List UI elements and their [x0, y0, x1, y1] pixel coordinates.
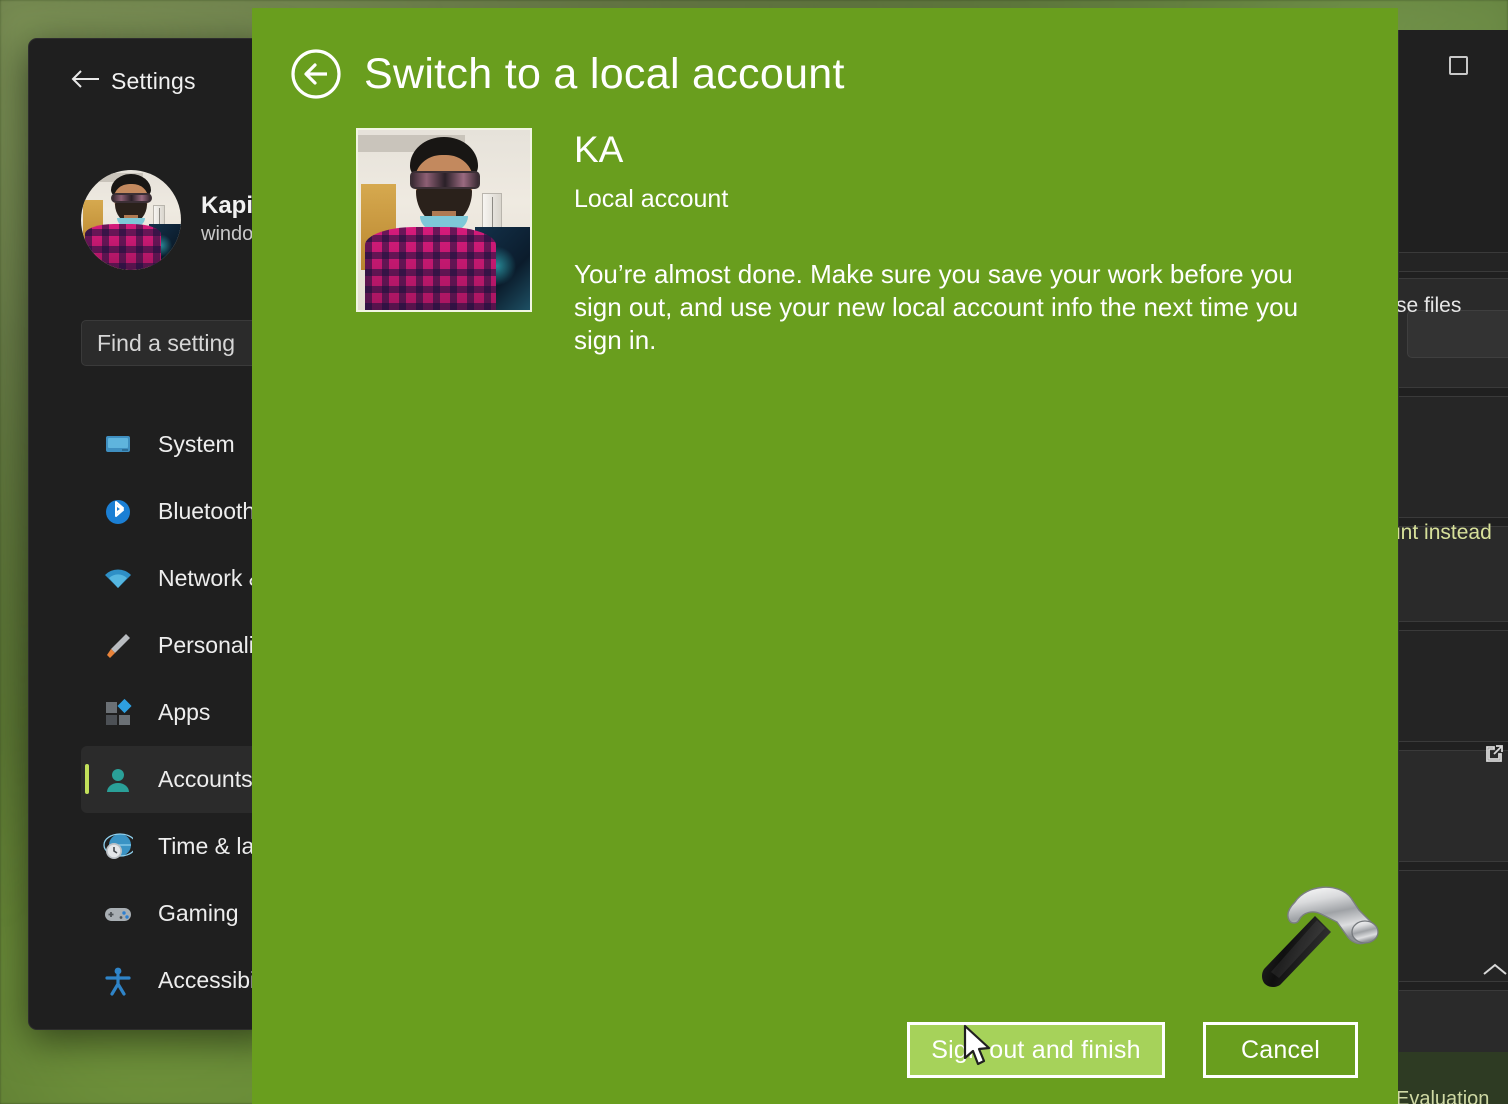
account-summary: KA Local account You’re almost done. Mak… [356, 128, 1314, 357]
sidebar-item-apps[interactable]: Apps [81, 679, 280, 746]
sidebar-item-bluetooth[interactable]: Bluetooth & [81, 478, 280, 545]
sidebar-item-label: System [158, 431, 235, 458]
account-photo [356, 128, 532, 312]
accessibility-icon [101, 964, 135, 998]
background-button-label: se files [1396, 294, 1461, 318]
sidebar-item-network[interactable]: Network & i [81, 545, 280, 612]
external-link-icon[interactable] [1482, 742, 1506, 766]
screen: se files unt instead Evaluation Settings [0, 0, 1508, 1104]
display-icon [101, 428, 135, 462]
background-content-block [1399, 630, 1508, 742]
chevron-up-icon[interactable] [1480, 960, 1508, 980]
dialog-header: Switch to a local account [290, 48, 845, 100]
wifi-icon [101, 562, 135, 596]
background-app-window [1398, 30, 1508, 1074]
page-title: Switch to a local account [364, 53, 845, 96]
maximize-icon[interactable] [1449, 56, 1468, 75]
background-content-block [1399, 750, 1508, 862]
switch-to-local-account-dialog: Switch to a local account KA Local [252, 8, 1398, 1104]
account-type: Local account [574, 185, 1314, 214]
sidebar-item-label: Gaming [158, 900, 239, 927]
bluetooth-icon [101, 495, 135, 529]
sidebar-item-system[interactable]: System [81, 411, 280, 478]
search-input-label: Find a setting [97, 330, 235, 357]
clock-globe-icon [101, 830, 135, 864]
background-content-block [1399, 252, 1508, 272]
sidebar-item-gaming[interactable]: Gaming [81, 880, 280, 947]
person-icon [101, 763, 135, 797]
sidebar-item-accounts[interactable]: Accounts [81, 746, 280, 813]
sidebar-item-privacy-security[interactable]: Privacy & se [81, 1014, 280, 1030]
sign-out-and-finish-button[interactable]: Sign out and finish [907, 1022, 1165, 1078]
back-circle-arrow-icon[interactable] [290, 48, 342, 100]
profile-row[interactable]: Kapil A windows [81, 170, 280, 270]
dialog-description: You’re almost done. Make sure you save y… [574, 258, 1314, 358]
settings-title: Settings [111, 68, 196, 95]
sidebar-item-time-language[interactable]: Time & lang [81, 813, 280, 880]
sidebar-item-label: Apps [158, 699, 210, 726]
background-link[interactable]: unt instead [1389, 521, 1492, 545]
sidebar-item-label: Accounts [158, 766, 253, 793]
hammer-icon [1255, 880, 1380, 995]
dialog-actions: Sign out and finish Cancel [252, 1020, 1398, 1080]
sidebar-item-personalization[interactable]: Personalizat [81, 612, 280, 679]
sidebar-item-accessibility[interactable]: Accessibility [81, 947, 280, 1014]
background-bottom-label: Evaluation [1396, 1088, 1489, 1104]
account-initials: KA [574, 130, 1314, 171]
cancel-button[interactable]: Cancel [1203, 1022, 1358, 1078]
gamepad-icon [101, 897, 135, 931]
arrow-left-icon[interactable] [69, 67, 101, 91]
settings-window: Settings Kapil A windows [28, 38, 280, 1030]
apps-icon [101, 696, 135, 730]
avatar [81, 170, 181, 270]
account-details: KA Local account You’re almost done. Mak… [574, 128, 1314, 357]
paintbrush-icon [101, 629, 135, 663]
sidebar-nav: System Bluetooth & Net [81, 411, 280, 1030]
background-content-block [1399, 396, 1508, 518]
